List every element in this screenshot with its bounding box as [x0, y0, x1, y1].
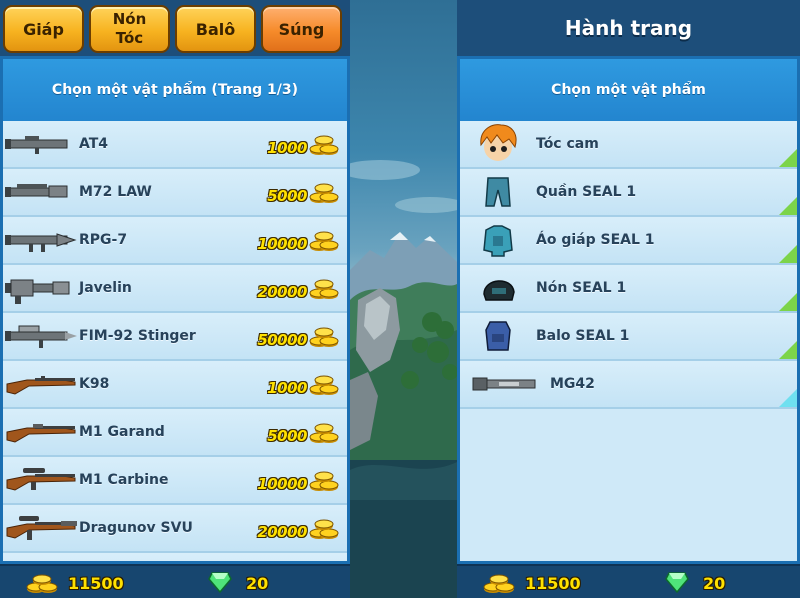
gold-coins-icon	[309, 135, 339, 155]
m1-garand-rifle-icon	[3, 408, 79, 456]
gem-amount: 20	[703, 574, 726, 593]
shop-item-price: 5000	[267, 187, 307, 205]
gold-coins-icon	[309, 183, 339, 203]
shop-item-name: Dragunov SVU	[79, 520, 193, 536]
seal-armor-icon	[460, 216, 536, 264]
gold-coins-icon	[309, 423, 339, 443]
stinger-launcher-icon	[3, 312, 79, 360]
shop-item-row[interactable]: AT4 1000	[3, 121, 347, 169]
shop-item-name: RPG-7	[79, 232, 128, 248]
shop-item-price: 50000	[257, 331, 307, 349]
shop-item-row[interactable]: FIM-92 Stinger 50000	[3, 313, 347, 361]
shop-item-row-partial[interactable]	[3, 553, 347, 561]
inventory-item-row[interactable]: MG42	[460, 361, 797, 409]
shop-item-price: 20000	[257, 283, 307, 301]
inventory-item-list[interactable]: Tóc cam Quần SEAL 1 Áo giáp SEAL 1 Nón SEAL…	[460, 121, 797, 561]
shop-item-price: 10000	[257, 475, 307, 493]
tab-armor[interactable]: Giáp	[3, 5, 84, 53]
shop-item-name: FIM-92 Stinger	[79, 328, 196, 344]
background-scenery	[350, 0, 457, 598]
shop-item-row[interactable]: M1 Garand 5000	[3, 409, 347, 457]
javelin-launcher-icon	[3, 264, 79, 312]
gold-coins-icon	[309, 279, 339, 299]
shop-item-price: 1000	[267, 379, 307, 397]
gold-coins-icon	[309, 471, 339, 491]
orange-hair-icon	[460, 121, 536, 168]
equipped-marker	[779, 389, 797, 407]
inventory-item-row[interactable]: Nón SEAL 1	[460, 265, 797, 313]
equipped-marker	[779, 341, 797, 359]
gem-icon	[208, 572, 232, 593]
rpg7-launcher-icon	[3, 216, 79, 264]
shop-panel-title: Chọn một vật phẩm (Trang 1/3)	[3, 59, 347, 121]
gold-coins-icon	[309, 519, 339, 539]
shop-item-row[interactable]: RPG-7 10000	[3, 217, 347, 265]
k98-rifle-icon	[3, 360, 79, 408]
inventory-header: Hành trang	[457, 0, 800, 56]
equipped-marker	[779, 293, 797, 311]
category-tabs: Giáp Nón Tóc Balô Súng	[0, 0, 350, 56]
inventory-item-row[interactable]: Quần SEAL 1	[460, 169, 797, 217]
seal-backpack-icon	[460, 312, 536, 360]
inventory-item-row[interactable]: Áo giáp SEAL 1	[460, 217, 797, 265]
m1-carbine-rifle-icon	[3, 456, 79, 504]
seal-helmet-icon	[460, 264, 536, 312]
shop-item-name: Javelin	[79, 280, 132, 296]
inventory-panel: Chọn một vật phẩm Tóc cam Quần SEAL 1 Áo g…	[457, 56, 800, 564]
shop-item-price: 10000	[257, 235, 307, 253]
shop-item-name: M1 Garand	[79, 424, 165, 440]
inventory-item-name: Tóc cam	[536, 136, 599, 152]
gem-amount: 20	[246, 574, 269, 593]
inventory-item-name: Áo giáp SEAL 1	[536, 232, 655, 248]
shop-item-price: 5000	[267, 427, 307, 445]
mountain-scenery-image	[350, 160, 457, 598]
gold-coins-icon	[309, 231, 339, 251]
shop-item-row[interactable]: K98 1000	[3, 361, 347, 409]
gold-coins-icon	[483, 574, 515, 593]
m72-law-launcher-icon	[3, 168, 79, 216]
shop-panel: Chọn một vật phẩm (Trang 1/3) AT4 1000 M72…	[0, 56, 350, 564]
shop-item-row[interactable]: M1 Carbine 10000	[3, 457, 347, 505]
tab-guns[interactable]: Súng	[261, 5, 342, 53]
tab-backpack[interactable]: Balô	[175, 5, 256, 53]
right-wallet-bar: 11500 20	[457, 564, 800, 598]
inventory-item-row[interactable]: Balo SEAL 1	[460, 313, 797, 361]
equipped-marker	[779, 197, 797, 215]
shop-item-price: 1000	[267, 139, 307, 157]
shop-item-row[interactable]: Javelin 20000	[3, 265, 347, 313]
inventory-item-name: MG42	[550, 376, 595, 392]
shop-item-name: M1 Carbine	[79, 472, 169, 488]
left-wallet-bar: 11500 20	[0, 564, 350, 598]
at4-launcher-icon	[3, 121, 79, 168]
shop-item-row[interactable]: Dragunov SVU 20000	[3, 505, 347, 553]
tab-hat-hair[interactable]: Nón Tóc	[89, 5, 170, 53]
gold-amount: 11500	[68, 574, 124, 593]
gold-coins-icon	[309, 375, 339, 395]
equipped-marker	[779, 245, 797, 263]
shop-item-name: AT4	[79, 136, 109, 152]
seal-pants-icon	[460, 168, 536, 216]
inventory-item-name: Quần SEAL 1	[536, 184, 637, 200]
mg42-gun-icon	[460, 360, 550, 408]
gold-coins-icon	[309, 327, 339, 347]
shop-item-name: M72 LAW	[79, 184, 152, 200]
inventory-item-name: Balo SEAL 1	[536, 328, 630, 344]
shop-item-price: 20000	[257, 523, 307, 541]
inventory-panel-title: Chọn một vật phẩm	[460, 59, 797, 121]
gold-amount: 11500	[525, 574, 581, 593]
shop-item-name: K98	[79, 376, 110, 392]
shop-item-row[interactable]: M72 LAW 5000	[3, 169, 347, 217]
gem-icon	[665, 572, 689, 593]
inventory-item-row[interactable]: Tóc cam	[460, 121, 797, 169]
gold-coins-icon	[26, 574, 58, 593]
inventory-item-name: Nón SEAL 1	[536, 280, 627, 296]
equipped-marker	[779, 149, 797, 167]
dragunov-rifle-icon	[3, 504, 79, 552]
shop-item-list[interactable]: AT4 1000 M72 LAW 5000 RPG-7 10000 Javelin 20000…	[3, 121, 347, 561]
